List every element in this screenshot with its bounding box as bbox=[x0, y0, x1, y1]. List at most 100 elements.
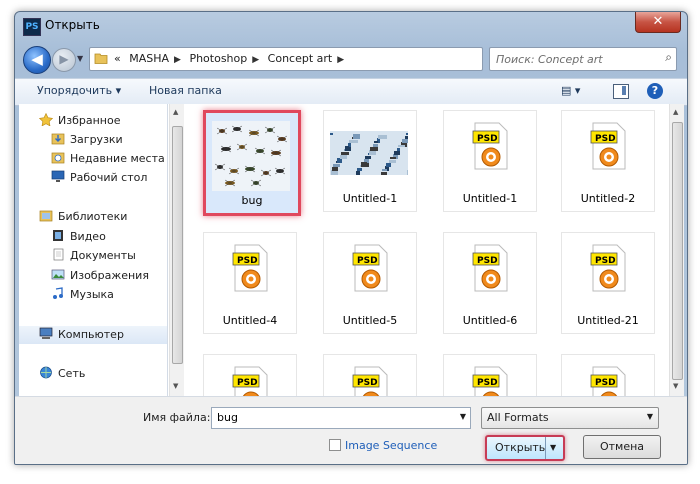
image-thumbnail bbox=[330, 119, 414, 189]
psd-file-icon: PSD bbox=[589, 121, 629, 171]
psd-badge-text: PSD bbox=[357, 378, 378, 388]
forward-button[interactable]: ▶ bbox=[52, 48, 76, 72]
scroll-thumb[interactable] bbox=[172, 126, 183, 364]
preview-pane-icon[interactable] bbox=[613, 84, 629, 99]
breadcrumb-item[interactable]: Concept art bbox=[268, 52, 333, 65]
file-tile[interactable]: PSD Untitled-21 bbox=[561, 232, 655, 334]
breadcrumb: « MASHA ▶ Photoshop ▶ Concept art ▶ bbox=[114, 52, 349, 65]
file-name: Untitled-5 bbox=[342, 314, 398, 327]
libraries-icon bbox=[39, 209, 53, 222]
nav-item[interactable]: Избранное bbox=[38, 112, 120, 130]
filename-dropdown-icon[interactable]: ▼ bbox=[460, 412, 466, 421]
scroll-up-icon[interactable]: ▲ bbox=[173, 108, 178, 116]
file-list: bug Untitled-1 PSD Untitled-1 PSD Untitled-2 P… bbox=[185, 104, 667, 396]
nav-item-label: Видео bbox=[70, 230, 106, 243]
change-view-icon[interactable]: ▤ ▾ bbox=[561, 84, 580, 97]
back-button[interactable]: ◀ bbox=[23, 46, 51, 74]
format-select[interactable]: All Formats ▼ bbox=[481, 407, 659, 429]
psd-file-icon: PSD bbox=[231, 243, 271, 293]
nav-item-label: Недавние места bbox=[70, 152, 165, 165]
nav-item[interactable]: Видео bbox=[51, 228, 106, 246]
search-input[interactable] bbox=[494, 50, 648, 68]
image-sequence-option[interactable]: Image Sequence bbox=[329, 439, 437, 452]
breadcrumb-item[interactable]: Photoshop bbox=[189, 52, 247, 65]
close-button[interactable]: ✕ bbox=[635, 12, 681, 33]
open-dialog: PS Открыть ✕ ◀ ▶ ▼ « MASHA ▶ Photoshop ▶ C… bbox=[14, 11, 688, 465]
file-tile[interactable]: PSD Untitled-4 bbox=[203, 232, 297, 334]
cancel-button[interactable]: Отмена bbox=[583, 435, 661, 459]
file-tile[interactable]: PSD bbox=[561, 354, 655, 396]
file-name: bug bbox=[241, 194, 263, 207]
open-button-label: Открыть bbox=[495, 441, 546, 454]
photoshop-app-icon: PS bbox=[23, 18, 41, 36]
nav-item[interactable]: Компьютер bbox=[19, 326, 167, 344]
window-title: Открыть bbox=[45, 18, 100, 32]
split-divider bbox=[545, 437, 546, 459]
nav-item-label: Изображения bbox=[70, 269, 149, 282]
nav-item[interactable]: Документы bbox=[51, 247, 136, 265]
psd-file-icon: PSD bbox=[231, 365, 271, 396]
file-tile[interactable]: PSD bbox=[443, 354, 537, 396]
dialog-footer: Имя файла: ▼ All Formats ▼ Image Sequenc… bbox=[15, 396, 687, 464]
scroll-up-icon[interactable]: ▲ bbox=[673, 108, 678, 116]
title-bar[interactable]: PS Открыть ✕ bbox=[15, 12, 687, 40]
psd-file-icon: PSD bbox=[589, 365, 629, 396]
psd-file-icon: PSD bbox=[471, 243, 511, 293]
open-dropdown-icon[interactable]: ▼ bbox=[550, 443, 556, 452]
downloads-icon bbox=[51, 132, 65, 145]
file-tile[interactable]: PSD Untitled-5 bbox=[323, 232, 417, 334]
folder-icon bbox=[94, 53, 108, 64]
nav-item-label: Библиотеки bbox=[58, 210, 128, 223]
scroll-thumb[interactable] bbox=[672, 122, 683, 380]
nav-item[interactable]: Недавние места bbox=[51, 150, 165, 168]
nav-item[interactable]: Библиотеки bbox=[39, 208, 127, 226]
music-icon bbox=[51, 287, 65, 300]
nav-item[interactable]: Рабочий стол bbox=[51, 169, 147, 187]
breadcrumb-chevron-icon[interactable]: ▶ bbox=[174, 55, 181, 65]
address-bar[interactable]: « MASHA▶ Photoshop▶ Concept art▶ ▼ ⟲ bbox=[89, 47, 547, 72]
help-button[interactable]: ? bbox=[647, 83, 663, 99]
scroll-down-icon[interactable]: ▼ bbox=[173, 382, 178, 390]
nav-item[interactable]: Загрузки bbox=[51, 131, 123, 149]
image-thumbnail bbox=[212, 121, 290, 191]
nav-item[interactable]: Музыка bbox=[51, 286, 114, 304]
new-folder-button[interactable]: Новая папка bbox=[149, 84, 222, 97]
file-list-scrollbar[interactable]: ▲ ▼ bbox=[669, 104, 684, 396]
search-icon[interactable]: ⌕ bbox=[665, 50, 672, 65]
nav-item-label: Сеть bbox=[58, 367, 86, 380]
nav-item-label: Документы bbox=[70, 249, 136, 262]
breadcrumb-overflow[interactable]: « bbox=[114, 52, 121, 65]
psd-file-icon: PSD bbox=[471, 365, 511, 396]
filename-input[interactable] bbox=[215, 410, 449, 425]
file-name: Untitled-21 bbox=[577, 314, 639, 327]
psd-file-icon: PSD bbox=[589, 243, 629, 293]
file-tile[interactable]: PSD Untitled-2 bbox=[561, 110, 655, 212]
network-icon bbox=[39, 366, 53, 379]
file-tile[interactable]: Untitled-1 bbox=[323, 110, 417, 212]
file-tile[interactable]: PSD Untitled-1 bbox=[443, 110, 537, 212]
file-tile[interactable]: PSD bbox=[203, 354, 297, 396]
desktop-icon bbox=[51, 170, 65, 183]
format-dropdown-icon: ▼ bbox=[646, 412, 653, 421]
breadcrumb-chevron-icon[interactable]: ▶ bbox=[252, 55, 259, 65]
search-box: ⌕ bbox=[489, 47, 677, 71]
video-icon bbox=[51, 229, 65, 242]
image-sequence-checkbox[interactable] bbox=[329, 439, 341, 451]
file-tile[interactable]: PSD Untitled-6 bbox=[443, 232, 537, 334]
nav-item-label: Музыка bbox=[70, 288, 114, 301]
scroll-down-icon[interactable]: ▼ bbox=[673, 382, 678, 390]
nav-item-label: Рабочий стол bbox=[70, 171, 148, 184]
filename-label: Имя файла: bbox=[143, 411, 211, 424]
file-tile[interactable]: bug bbox=[203, 110, 301, 216]
organize-button[interactable]: Упорядочить ▾ bbox=[37, 84, 121, 97]
nav-item[interactable]: Изображения bbox=[51, 267, 149, 285]
breadcrumb-chevron-icon[interactable]: ▶ bbox=[337, 55, 344, 65]
history-dropdown-icon[interactable]: ▼ bbox=[77, 54, 83, 63]
nav-item[interactable]: Сеть bbox=[39, 365, 85, 383]
file-tile[interactable]: PSD bbox=[323, 354, 417, 396]
format-value: All Formats bbox=[487, 411, 549, 424]
file-name: Untitled-2 bbox=[580, 192, 636, 205]
breadcrumb-item[interactable]: MASHA bbox=[129, 52, 169, 65]
navigation-scrollbar[interactable]: ▲ ▼ bbox=[169, 104, 184, 396]
open-button[interactable]: Открыть ▼ bbox=[485, 435, 565, 461]
